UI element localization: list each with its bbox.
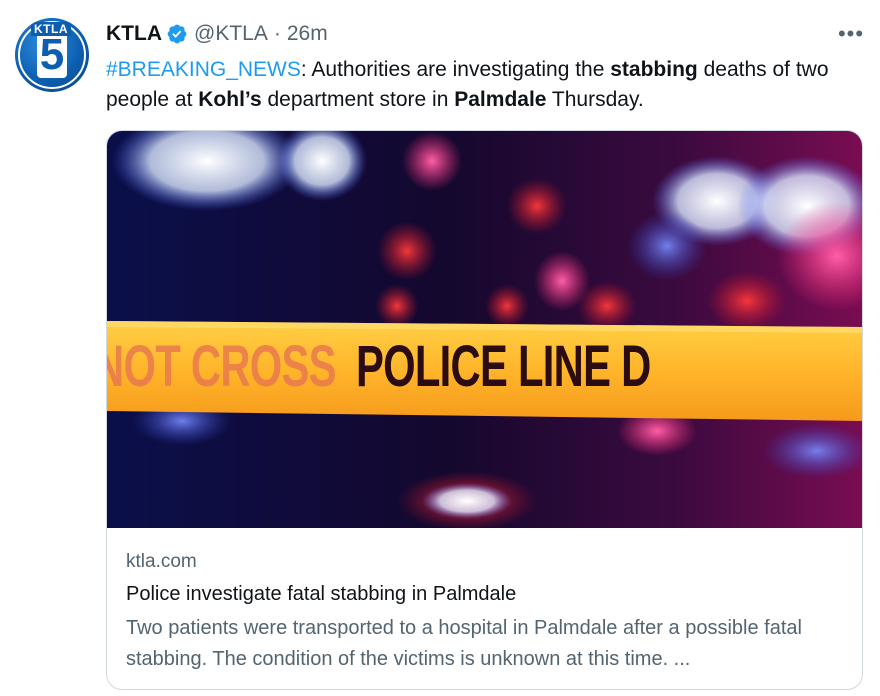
more-options-icon[interactable]: ••• — [836, 21, 866, 46]
link-preview-card[interactable]: NOT CROSS POLICE LINE DO NOT CROSS ktla.… — [106, 130, 863, 690]
profile-avatar[interactable]: 5 KTLA — [15, 18, 89, 92]
author-handle[interactable]: @KTLA — [194, 22, 268, 46]
tweet-header: KTLA @KTLA · 26m — [106, 20, 328, 48]
card-description: Two patients were transported to a hospi… — [126, 617, 802, 670]
card-image[interactable]: NOT CROSS POLICE LINE DO NOT CROSS — [107, 131, 862, 528]
verified-badge-icon — [167, 24, 187, 44]
police-tape-faded-text: NOT CROSS — [107, 333, 337, 399]
police-tape-text: NOT CROSS POLICE LINE DO NOT CROSS — [107, 327, 652, 405]
tweet-text-bold: Kohl’s — [198, 88, 262, 111]
tweet-text: #BREAKING_NEWS: Authorities are investig… — [106, 55, 856, 115]
tweet-text-bold: Palmdale — [454, 88, 547, 111]
tweet-text-bold: stabbing — [610, 58, 698, 81]
hashtag-link[interactable]: #BREAKING_NEWS — [106, 58, 301, 81]
card-title[interactable]: Police investigate fatal stabbing in Pal… — [126, 579, 846, 609]
author-name[interactable]: KTLA — [106, 22, 162, 46]
tweet-text-segment: Thursday. — [546, 88, 644, 111]
card-meta: ktla.com Police investigate fatal stabbi… — [126, 548, 846, 675]
avatar-logo-text: KTLA — [31, 22, 71, 36]
avatar-number: 5 — [37, 32, 67, 78]
police-tape-main-text: POLICE LINE DO NOT CROSS — [355, 333, 652, 399]
tweet-text-segment: : Authorities are investigating the — [300, 58, 611, 81]
header-separator: · — [273, 22, 281, 45]
tweet-text-segment: department store in — [261, 88, 455, 111]
card-domain: ktla.com — [126, 551, 197, 572]
tweet-timestamp[interactable]: 26m — [287, 22, 328, 46]
